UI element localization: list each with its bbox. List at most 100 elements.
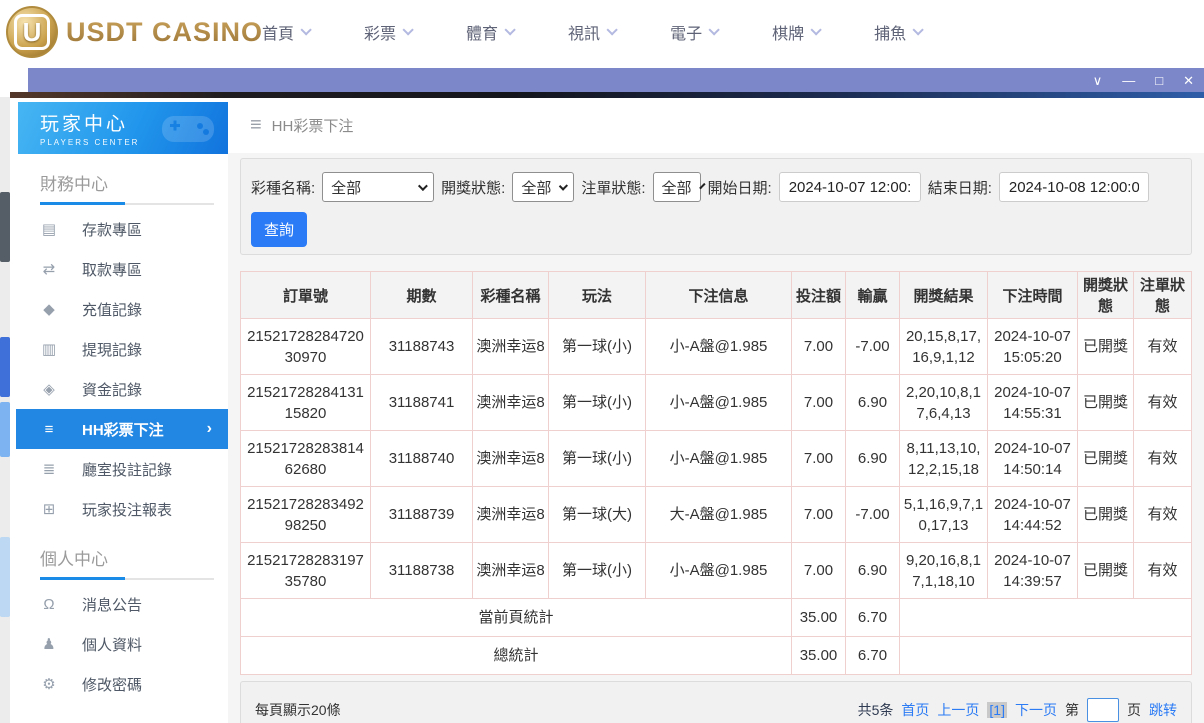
sidebar-header: 玩家中心 PLAYERS CENTER — [18, 102, 228, 154]
table-cell: 第一球(小) — [548, 374, 646, 431]
notice-icon: Ω — [43, 595, 55, 613]
nav-item-sports[interactable]: 體育 — [466, 20, 516, 44]
brand-logo-icon: U — [6, 6, 58, 58]
table-cell: 2024-10-07 15:05:20 — [987, 318, 1078, 375]
table-cell: 6.90 — [845, 542, 900, 599]
table-cell: 5,1,16,9,7,10,17,13 — [899, 486, 988, 543]
sidebar-item-player-bet-report[interactable]: ⊞ 玩家投注報表 — [10, 489, 228, 529]
pagination-jump[interactable]: 跳转 — [1149, 700, 1177, 720]
pagination-current-page: [1] — [987, 702, 1007, 718]
pagination-next[interactable]: 下一页 — [1015, 700, 1057, 720]
table-cell: 已開獎 — [1077, 542, 1134, 599]
pagination-prev[interactable]: 上一页 — [937, 700, 979, 720]
sidebar-item-label: 充值記錄 — [82, 301, 143, 319]
sidebar-item-profile[interactable]: ♟ 個人資料 — [10, 624, 228, 664]
sidebar-item-hall-bet-record[interactable]: ≣ 廳室投註記錄 — [10, 449, 228, 489]
column-header: 期數 — [370, 271, 473, 319]
background-fragment — [0, 337, 10, 397]
background-fragment — [0, 192, 10, 262]
player-report-icon: ⊞ — [42, 501, 56, 518]
table-cell: 有效 — [1133, 486, 1192, 543]
column-header: 開獎結果 — [899, 271, 988, 319]
table-cell: 已開獎 — [1077, 318, 1134, 375]
sidebar-item-deposit-zone[interactable]: ▤ 存款專區 — [10, 209, 228, 249]
table-cell: 已開獎 — [1077, 430, 1134, 487]
query-button[interactable]: 查詢 — [251, 212, 308, 247]
nav-item-label: 棋牌 — [772, 26, 805, 43]
chevron-down-icon — [402, 24, 414, 36]
summary-bet-total: 35.00 — [791, 598, 846, 637]
chevron-down-icon — [504, 24, 516, 36]
table-cell: 第一球(小) — [548, 430, 646, 487]
sidebar-item-hh-lottery-bets[interactable]: ≡ HH彩票下注 › — [16, 409, 228, 449]
page-jump-input[interactable] — [1087, 698, 1119, 722]
page-background-strip — [0, 97, 10, 723]
sidebar-section-finance-center: 財務中心 — [40, 175, 108, 194]
sidebar-item-recharge-record[interactable]: ◆ 充值記錄 — [10, 289, 228, 329]
summary-label: 當前頁統計 — [240, 598, 792, 637]
nav-item-label: 體育 — [466, 26, 499, 43]
sidebar-item-withdraw-zone[interactable]: ⇄ 取款專區 — [10, 249, 228, 289]
deposit-icon: ▤ — [41, 221, 57, 238]
sidebar: 玩家中心 PLAYERS CENTER 財務中心 ▤ 存款專區 ⇄ 取款專區 ◆ 充值記錄 ▥… — [10, 98, 228, 723]
table-cell: 8,11,13,10,12,2,15,18 — [899, 430, 988, 487]
table-cell: 6.90 — [845, 430, 900, 487]
table-cell: 2024-10-07 14:39:57 — [987, 542, 1078, 599]
lottery-name-value: 全部 — [331, 179, 362, 197]
table-cell: 31188740 — [370, 430, 473, 487]
chevron-down-icon — [606, 24, 618, 36]
table-cell: 2024-10-07 14:55:31 — [987, 374, 1078, 431]
nav-item-home[interactable]: 首頁 — [262, 20, 312, 44]
jump-suffix: 页 — [1127, 702, 1141, 718]
sidebar-item-funds-record[interactable]: ◈ 資金記錄 — [10, 369, 228, 409]
summary-empty — [899, 636, 1192, 675]
window-titlebar[interactable]: ∨ — □ ✕ — [28, 68, 1204, 92]
table-cell: 2024-10-07 14:50:14 — [987, 430, 1078, 487]
table-cell: 小-A盤@1.985 — [645, 318, 792, 375]
main-content: ≡ HH彩票下注 彩種名稱: 全部 開獎狀態: 全部 注單狀態: 全部 開始日期… — [228, 98, 1204, 723]
table-cell: 小-A盤@1.985 — [645, 430, 792, 487]
lottery-name-select[interactable]: 全部 — [322, 172, 435, 202]
end-date-input[interactable] — [998, 172, 1149, 202]
section-underline — [40, 202, 214, 205]
table-cell: 7.00 — [791, 486, 846, 543]
table-cell: 第一球(小) — [548, 542, 646, 599]
nav-item-label: 捕魚 — [874, 26, 907, 43]
summary-label: 總統計 — [240, 636, 792, 675]
table-cell: 20,15,8,17,16,9,1,12 — [899, 318, 988, 375]
window-maximize-icon[interactable]: □ — [1155, 74, 1163, 87]
table-row: 2152172828349298250 31188739 澳洲幸运8 第一球(大) 大-… — [240, 486, 1192, 543]
password-icon: ⚙ — [42, 676, 56, 693]
pagination-first[interactable]: 首页 — [901, 700, 929, 720]
window-minimize-icon[interactable]: — — [1122, 74, 1135, 87]
hall-bets-icon: ≣ — [42, 461, 56, 478]
column-header: 訂單號 — [240, 271, 371, 319]
table-cell: 2024-10-07 14:44:52 — [987, 486, 1078, 543]
nav-item-fishing[interactable]: 捕魚 — [874, 20, 924, 44]
background-fragment — [0, 402, 10, 457]
order-status-select[interactable]: 全部 — [652, 172, 706, 202]
table-cell: 2152172828381462680 — [240, 430, 371, 487]
start-date-input[interactable] — [778, 172, 921, 202]
brand-logo[interactable]: U USDT CASINO — [6, 6, 263, 58]
nav-item-chess[interactable]: 棋牌 — [772, 20, 822, 44]
draw-status-select[interactable]: 全部 — [512, 172, 575, 202]
sidebar-item-notice[interactable]: Ω 消息公告 — [10, 584, 228, 624]
window-close-icon[interactable]: ✕ — [1183, 74, 1194, 87]
main-nav: 首頁 彩票 體育 視訊 電子 棋牌 捕魚 — [262, 0, 924, 64]
nav-item-label: 彩票 — [364, 26, 397, 43]
menu-icon[interactable]: ≡ — [250, 114, 262, 137]
section-underline — [40, 577, 214, 580]
nav-item-lottery[interactable]: 彩票 — [364, 20, 414, 44]
table-cell: 澳洲幸运8 — [472, 374, 549, 431]
table-cell: 有效 — [1133, 542, 1192, 599]
sidebar-item-withdraw-record[interactable]: ▥ 提現記錄 — [10, 329, 228, 369]
table-cell: 2152172828349298250 — [240, 486, 371, 543]
draw-status-value: 全部 — [521, 179, 552, 197]
nav-item-video[interactable]: 視訊 — [568, 20, 618, 44]
table-cell: 小-A盤@1.985 — [645, 374, 792, 431]
table-cell: 7.00 — [791, 318, 846, 375]
nav-item-electronic[interactable]: 電子 — [670, 20, 720, 44]
sidebar-item-change-password[interactable]: ⚙ 修改密碼 — [10, 664, 228, 704]
window-collapse-icon[interactable]: ∨ — [1093, 74, 1103, 87]
